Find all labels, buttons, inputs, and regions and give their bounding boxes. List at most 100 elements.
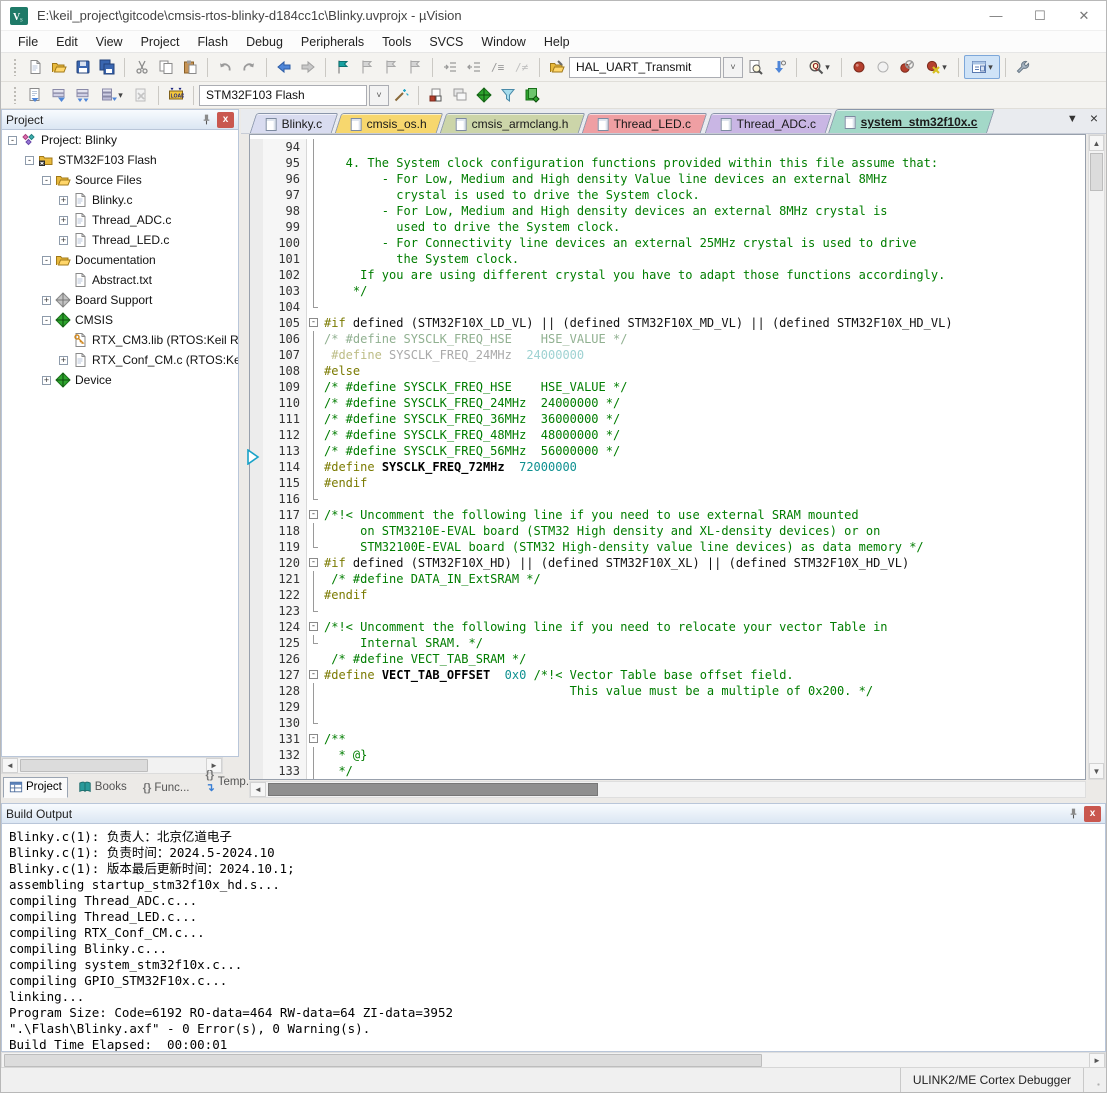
multi-project-workspace-button[interactable]	[448, 83, 472, 107]
tree-item-RTX_Conf_CM.c[interactable]: +RTX_Conf_CM.c (RTOS:Ke	[2, 350, 238, 370]
code-line-101[interactable]: 101 the System clock.	[250, 251, 1085, 267]
build-output-close-button[interactable]: x	[1084, 806, 1101, 822]
menu-view[interactable]: View	[87, 33, 132, 51]
target-dropdown-button[interactable]: ˅	[369, 85, 389, 106]
code-line-105[interactable]: 105-#if defined (STM32F10X_LD_VL) || (de…	[250, 315, 1085, 331]
code-line-109[interactable]: 109/* #define SYSCLK_FREQ_HSE HSE_VALUE …	[250, 379, 1085, 395]
breakpoint-margin[interactable]	[250, 139, 263, 155]
minimize-button[interactable]: —	[974, 1, 1018, 30]
build-button[interactable]	[47, 83, 71, 107]
kill-all-breakpoints-button[interactable]: ▾	[919, 55, 953, 79]
next-bookmark-button[interactable]	[355, 55, 379, 79]
code-line-102[interactable]: 102 If you are using different crystal y…	[250, 267, 1085, 283]
menu-tools[interactable]: Tools	[373, 33, 420, 51]
breakpoint-margin[interactable]	[250, 763, 263, 779]
collapse-icon[interactable]: -	[42, 256, 51, 265]
save-all-button[interactable]	[95, 55, 119, 79]
menu-peripherals[interactable]: Peripherals	[292, 33, 373, 51]
tree-item-STM32F103[interactable]: -STM32F103 Flash	[2, 150, 238, 170]
code-line-103[interactable]: 103 */	[250, 283, 1085, 299]
insert-bookmark-button[interactable]	[331, 55, 355, 79]
code-line-97[interactable]: 97 crystal is used to drive the System c…	[250, 187, 1085, 203]
tree-item-Device[interactable]: +Device	[2, 370, 238, 390]
breakpoint-margin[interactable]	[250, 539, 263, 555]
target-name[interactable]: STM32F103 Flash	[200, 88, 366, 102]
code-line-127[interactable]: 127-#define VECT_TAB_OFFSET 0x0 /*!< Vec…	[250, 667, 1085, 683]
breakpoint-margin[interactable]	[250, 683, 263, 699]
editor-tab-cmsis_os.h[interactable]: cmsis_os.h	[335, 113, 444, 133]
pin-icon[interactable]	[198, 112, 215, 128]
code-line-121[interactable]: 121 /* #define DATA_IN_ExtSRAM */	[250, 571, 1085, 587]
breakpoint-margin[interactable]	[250, 507, 263, 523]
scroll-thumb[interactable]	[4, 1054, 762, 1067]
expand-icon[interactable]: +	[59, 216, 68, 225]
code-line-95[interactable]: 95 4. The System clock configuration fun…	[250, 155, 1085, 171]
code-line-111[interactable]: 111/* #define SYSCLK_FREQ_36MHz 36000000…	[250, 411, 1085, 427]
breakpoint-margin[interactable]	[250, 363, 263, 379]
code-line-118[interactable]: 118 on STM3210E-EVAL board (STM32 High d…	[250, 523, 1085, 539]
new-file-button[interactable]	[23, 55, 47, 79]
breakpoint-margin[interactable]	[250, 427, 263, 443]
navigate-back-button[interactable]	[272, 55, 296, 79]
code-line-132[interactable]: 132 * @}	[250, 747, 1085, 763]
code-line-106[interactable]: 106/* #define SYSCLK_FREQ_HSE HSE_VALUE …	[250, 331, 1085, 347]
breakpoint-margin[interactable]	[250, 187, 263, 203]
toggle-breakpoint-button[interactable]	[847, 55, 871, 79]
find-in-files-folder-icon[interactable]	[545, 55, 569, 79]
translate-button[interactable]	[23, 83, 47, 107]
code-line-120[interactable]: 120-#if defined (STM32F10X_HD) || (defin…	[250, 555, 1085, 571]
breakpoint-margin[interactable]	[250, 571, 263, 587]
tab-list-dropdown-button[interactable]: ▼	[1067, 113, 1078, 125]
breakpoint-margin[interactable]	[250, 219, 263, 235]
breakpoint-margin[interactable]	[250, 235, 263, 251]
pin-icon[interactable]	[1065, 806, 1082, 822]
enable-disable-breakpoint-button[interactable]	[871, 55, 895, 79]
batch-build-button[interactable]: ▾	[95, 83, 129, 107]
breakpoint-margin[interactable]	[250, 603, 263, 619]
breakpoint-margin[interactable]	[250, 475, 263, 491]
breakpoint-margin[interactable]	[250, 347, 263, 363]
tree-item-Abstract.txt[interactable]: Abstract.txt	[2, 270, 238, 290]
code-line-128[interactable]: 128 This value must be a multiple of 0x2…	[250, 683, 1085, 699]
breakpoint-margin[interactable]	[250, 715, 263, 731]
incremental-find-button[interactable]	[767, 55, 791, 79]
select-software-packs-button[interactable]	[496, 83, 520, 107]
save-button[interactable]	[71, 55, 95, 79]
scroll-thumb[interactable]	[268, 783, 598, 796]
breakpoint-margin[interactable]	[250, 395, 263, 411]
breakpoint-margin[interactable]	[250, 203, 263, 219]
collapse-icon[interactable]: -	[42, 176, 51, 185]
scroll-thumb[interactable]	[1090, 153, 1103, 191]
tree-item-CMSIS[interactable]: -CMSIS	[2, 310, 238, 330]
paste-button[interactable]	[178, 55, 202, 79]
editor-vertical-scrollbar[interactable]: ▲ ▼	[1088, 134, 1105, 780]
breakpoint-margin[interactable]	[250, 635, 263, 651]
collapse-icon[interactable]: -	[42, 316, 51, 325]
workspace-tab-project[interactable]: Project	[3, 777, 68, 798]
quick-find-button[interactable]: ▾	[802, 55, 836, 79]
menu-window[interactable]: Window	[472, 33, 534, 51]
scroll-left-icon[interactable]: ◄	[250, 782, 266, 797]
find-in-files-button[interactable]	[743, 55, 767, 79]
manage-project-items-button[interactable]	[424, 83, 448, 107]
debug-windows-button[interactable]: ▾	[964, 55, 1000, 79]
find-text[interactable]: HAL_UART_Transmit	[570, 60, 720, 74]
code-line-110[interactable]: 110/* #define SYSCLK_FREQ_24MHz 24000000…	[250, 395, 1085, 411]
scroll-right-icon[interactable]: ►	[1089, 1053, 1105, 1068]
workspace-tab-books[interactable]: Books	[72, 777, 133, 798]
breakpoint-margin[interactable]	[250, 171, 263, 187]
workspace-tab-func[interactable]: {}Func...	[137, 779, 196, 798]
code-line-112[interactable]: 112/* #define SYSCLK_FREQ_48MHz 48000000…	[250, 427, 1085, 443]
breakpoint-margin[interactable]	[250, 523, 263, 539]
comment-selection-button[interactable]	[486, 55, 510, 79]
editor-horizontal-scrollbar[interactable]: ◄	[249, 781, 1086, 798]
code-line-126[interactable]: 126 /* #define VECT_TAB_SRAM */	[250, 651, 1085, 667]
previous-bookmark-button[interactable]	[379, 55, 403, 79]
breakpoint-margin[interactable]	[250, 379, 263, 395]
code-line-107[interactable]: 107 #define SYSCLK_FREQ_24MHz 24000000	[250, 347, 1085, 363]
fold-collapse-icon[interactable]: -	[309, 510, 318, 519]
fold-collapse-icon[interactable]: -	[309, 558, 318, 567]
tree-item-Blinky.c[interactable]: +Blinky.c	[2, 190, 238, 210]
scroll-up-icon[interactable]: ▲	[1089, 135, 1104, 151]
code-line-108[interactable]: 108#else	[250, 363, 1085, 379]
